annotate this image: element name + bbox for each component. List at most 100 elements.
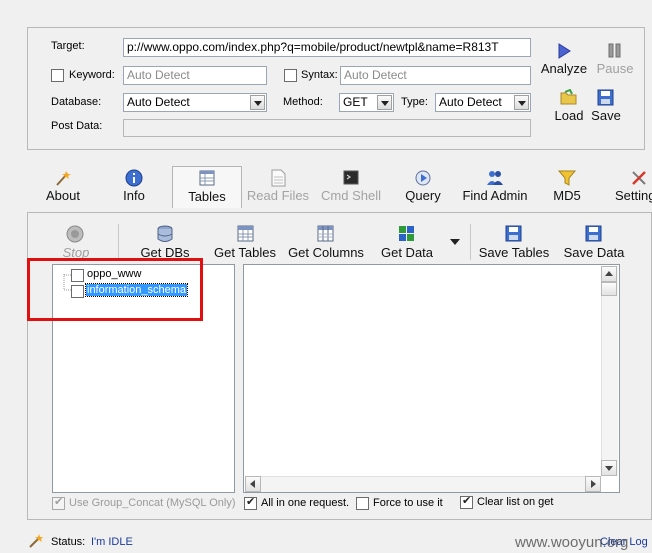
get-columns-button[interactable]: Get Columns	[286, 224, 366, 260]
tab-read-files[interactable]: Read Files	[246, 168, 310, 206]
floppy-disk-icon	[597, 89, 614, 106]
type-select-value: Auto Detect	[439, 95, 502, 109]
funnel-icon	[558, 170, 576, 186]
vertical-scrollbar[interactable]	[601, 266, 618, 476]
scroll-up-button[interactable]	[601, 266, 617, 282]
tab-cmd-shell[interactable]: Cmd Shell	[318, 168, 384, 206]
get-data-dropdown[interactable]	[448, 236, 462, 246]
save-tables-button[interactable]: Save Tables	[476, 224, 552, 260]
scroll-left-button[interactable]	[245, 476, 261, 492]
info-icon	[125, 169, 143, 187]
analyze-button[interactable]: Analyze	[540, 40, 588, 76]
toolbar-divider	[470, 224, 471, 260]
query-icon	[415, 170, 431, 186]
watermark: www.wooyun.org	[515, 534, 629, 551]
stop-icon	[66, 225, 84, 243]
method-select[interactable]: GET	[339, 93, 394, 112]
chevron-down-icon	[605, 466, 613, 471]
tab-find-admin-label: Find Admin	[462, 188, 528, 203]
save-data-label: Save Data	[563, 245, 625, 260]
horizontal-scrollbar[interactable]	[245, 476, 601, 492]
chevron-down-icon[interactable]	[514, 95, 529, 110]
tab-about-label: About	[46, 188, 80, 203]
tab-info[interactable]: Info	[116, 168, 152, 206]
keyword-checkbox[interactable]	[51, 69, 64, 82]
type-label: Type:	[401, 96, 428, 108]
tab-query[interactable]: Query	[400, 168, 446, 206]
status-value: I'm IDLE	[91, 536, 133, 548]
postdata-input[interactable]	[123, 119, 531, 137]
pause-button[interactable]: Pause	[594, 40, 636, 76]
database-select[interactable]: Auto Detect	[123, 93, 267, 112]
method-select-value: GET	[343, 95, 368, 109]
method-label: Method:	[283, 96, 323, 108]
tab-md5-label: MD5	[553, 188, 581, 203]
get-data-label: Get Data	[380, 245, 434, 260]
type-select[interactable]: Auto Detect	[435, 93, 531, 112]
get-data-button[interactable]: Get Data	[378, 224, 436, 260]
columns-icon	[317, 225, 334, 242]
get-tables-label: Get Tables	[214, 245, 276, 260]
tab-tables[interactable]: Tables	[180, 168, 234, 206]
force-label: Force to use it	[373, 497, 443, 509]
tab-read-files-label: Read Files	[246, 188, 310, 203]
clear-list-checkbox[interactable]	[460, 494, 473, 509]
table-grid-icon	[237, 225, 254, 242]
chevron-down-icon[interactable]	[377, 95, 392, 110]
magic-wand-icon	[56, 171, 71, 186]
scroll-down-button[interactable]	[601, 460, 617, 476]
get-dbs-button[interactable]: Get DBs	[138, 224, 192, 260]
analyze-label: Analyze	[540, 61, 588, 76]
clear-list-label: Clear list on get	[477, 496, 554, 508]
group-concat-label: Use Group_Concat (MySQL Only)	[69, 497, 236, 509]
tab-setting[interactable]: Setting	[612, 168, 652, 206]
syntax-input[interactable]: Auto Detect	[340, 66, 531, 85]
magic-wand-icon	[29, 534, 43, 548]
tab-tables-label: Tables	[188, 189, 226, 204]
vertical-scroll-thumb[interactable]	[601, 282, 617, 296]
status-label: Status:	[51, 536, 86, 548]
keyword-input[interactable]: Auto Detect	[123, 66, 267, 85]
play-icon	[558, 43, 571, 59]
floppy-disk-icon	[505, 225, 522, 242]
chevron-right-icon	[591, 480, 596, 488]
stop-button[interactable]: Stop	[56, 224, 96, 260]
tab-find-admin[interactable]: Find Admin	[458, 168, 532, 206]
toolbar-divider	[118, 224, 119, 260]
syntax-label: Syntax:	[301, 69, 338, 81]
tab-md5[interactable]: MD5	[548, 168, 586, 206]
get-tables-button[interactable]: Get Tables	[212, 224, 278, 260]
folder-icon	[560, 89, 577, 105]
tab-query-label: Query	[405, 188, 441, 203]
chevron-down-icon[interactable]	[250, 95, 265, 110]
postdata-label: Post Data:	[51, 120, 103, 132]
pause-label: Pause	[596, 61, 634, 76]
table-icon	[199, 170, 215, 186]
group-concat-checkbox[interactable]	[52, 495, 65, 510]
users-icon	[487, 171, 503, 185]
force-checkbox[interactable]	[356, 497, 369, 510]
floppy-disk-icon	[585, 225, 602, 242]
chevron-left-icon	[250, 480, 255, 488]
load-label: Load	[554, 108, 584, 123]
save-data-button[interactable]: Save Data	[562, 224, 626, 260]
tools-icon	[632, 171, 646, 185]
chevron-up-icon	[605, 271, 613, 276]
pause-icon	[608, 43, 621, 58]
data-output-list[interactable]	[243, 264, 620, 493]
database-icon	[157, 225, 173, 242]
document-icon	[271, 169, 286, 187]
tab-setting-label: Setting	[615, 188, 652, 203]
caret-down-icon	[450, 239, 460, 245]
target-input[interactable]: p://www.oppo.com/index.php?q=mobile/prod…	[123, 38, 531, 57]
syntax-checkbox[interactable]	[284, 69, 297, 82]
all-in-one-checkbox[interactable]	[244, 495, 257, 510]
save-button[interactable]: Save	[588, 88, 624, 124]
tab-about[interactable]: About	[40, 168, 86, 206]
terminal-icon	[343, 170, 359, 185]
scroll-right-button[interactable]	[585, 476, 601, 492]
get-columns-label: Get Columns	[288, 245, 364, 260]
save-tables-label: Save Tables	[478, 245, 550, 260]
data-grid-icon	[399, 226, 414, 241]
load-button[interactable]: Load	[550, 88, 588, 124]
